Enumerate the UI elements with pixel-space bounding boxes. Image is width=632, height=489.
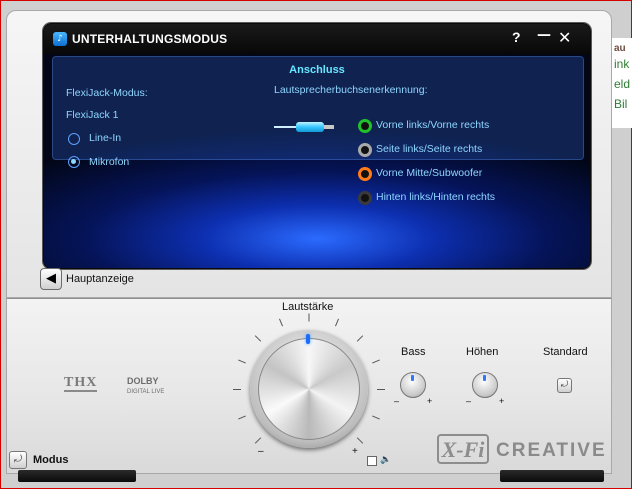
bass-max-label: +	[427, 396, 433, 406]
volume-tick	[377, 389, 385, 390]
speaker-icon: 🔈	[380, 455, 392, 465]
detection-heading: Lautsprecherbuchsenerkennung:	[274, 84, 428, 96]
section-title: Anschluss	[289, 64, 345, 76]
mikrofon-radio[interactable]	[68, 156, 80, 168]
cable-plug-icon	[274, 122, 334, 132]
mode-button[interactable]: ⤾	[9, 451, 27, 469]
window-title: UNTERHALTUNGSMODUS	[72, 32, 228, 46]
jack-rear-icon	[358, 191, 372, 205]
volume-indicator	[306, 334, 310, 344]
back-button[interactable]: ◀	[40, 268, 62, 290]
arrow-left-icon: ◀	[46, 271, 56, 286]
left-foot	[18, 470, 136, 482]
right-foot	[500, 470, 604, 482]
treble-max-label: +	[499, 396, 505, 406]
close-button[interactable]: ✕	[558, 28, 571, 47]
reset-icon: ⤾	[560, 380, 569, 390]
minimize-button[interactable]: —	[537, 27, 551, 43]
dolby-logo-text: DOLBY	[127, 376, 159, 386]
jack-side-label: Seite links/Seite rechts	[376, 143, 483, 155]
bass-min-label: –	[394, 396, 400, 406]
mute-checkbox[interactable]	[367, 456, 377, 466]
background-link-3[interactable]: Bil	[611, 94, 632, 114]
background-webpage: au ink eld Bil	[610, 38, 632, 128]
upper-panel: ♪ UNTERHALTUNGSMODUS ? — ✕ Anschluss Fle…	[6, 10, 612, 298]
flexijack-heading: FlexiJack-Modus:	[66, 87, 148, 99]
treble-label: Höhen	[466, 346, 499, 358]
xfi-logo: X-Fi	[437, 434, 489, 464]
volume-max-label: +	[352, 446, 358, 457]
jack-front-icon	[358, 119, 372, 133]
volume-tick	[233, 389, 241, 390]
jack-rear-label: Hinten links/Hinten rechts	[376, 191, 496, 203]
jack-center-label: Vorne Mitte/Subwoofer	[376, 167, 483, 179]
background-link-1[interactable]: ink	[611, 54, 632, 74]
jack-side-icon	[358, 143, 372, 157]
standard-button[interactable]: ⤾	[557, 378, 572, 393]
help-button[interactable]: ?	[512, 29, 521, 45]
treble-knob[interactable]	[472, 372, 498, 398]
bass-label: Bass	[401, 346, 426, 358]
line-in-radio[interactable]	[68, 133, 80, 145]
mode-label[interactable]: Modus	[33, 454, 68, 466]
dolby-logo-subtext: DIGITAL LIVE	[127, 389, 165, 395]
mode-screen: ♪ UNTERHALTUNGSMODUS ? — ✕ Anschluss Fle…	[43, 23, 591, 269]
treble-min-label: –	[466, 396, 472, 406]
app-icon: ♪	[53, 32, 67, 46]
thx-logo: THX	[64, 375, 98, 392]
bass-knob[interactable]	[400, 372, 426, 398]
back-label[interactable]: Hauptanzeige	[66, 273, 134, 285]
standard-label: Standard	[543, 346, 588, 358]
volume-label: Lautstärke	[282, 301, 334, 313]
mikrofon-label: Mikrofon	[89, 156, 130, 168]
creative-logo: CREATIVE	[496, 440, 607, 461]
background-text-1: au	[614, 43, 626, 54]
volume-min-label: –	[258, 446, 264, 457]
flexijack-value: FlexiJack 1	[66, 109, 119, 121]
line-in-label: Line-In	[89, 132, 122, 144]
volume-tick	[308, 313, 310, 322]
dolby-logo: DOLBY DIGITAL LIVE	[127, 377, 164, 397]
screen-title-bar: ♪ UNTERHALTUNGSMODUS ? — ✕	[44, 24, 590, 54]
background-link-2[interactable]: eld	[611, 74, 632, 94]
volume-knob[interactable]	[258, 338, 360, 440]
jack-front-label: Vorne links/Vorne rechts	[376, 119, 490, 131]
mode-icon: ⤾	[13, 454, 23, 465]
jack-center-icon	[358, 167, 372, 181]
